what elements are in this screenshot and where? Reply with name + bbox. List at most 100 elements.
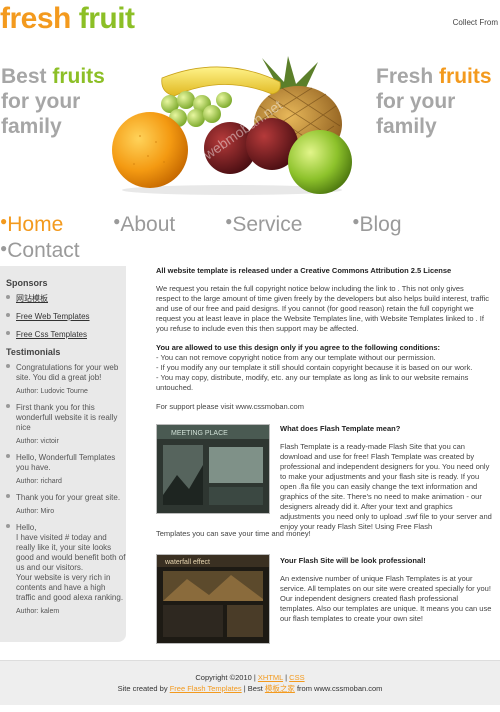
testimonials-list: Hello, I have visited # today and really… bbox=[0, 521, 126, 606]
nav-bullet-icon: ● bbox=[0, 214, 8, 229]
footer: Copyright ©2010 | XHTML | CSS Site creat… bbox=[0, 660, 500, 705]
slogan-left-line3: family bbox=[1, 115, 62, 138]
professional-text: An extensive number of unique Flash Temp… bbox=[280, 574, 492, 623]
bullet-icon bbox=[6, 331, 10, 335]
license-heading: All website template is released under a… bbox=[156, 266, 452, 275]
nav-label-service: Service bbox=[232, 213, 303, 236]
testimonial-author: Author: richard bbox=[16, 478, 62, 485]
sponsors-heading: Sponsors bbox=[6, 278, 48, 288]
waterfall-thumbnail[interactable]: waterfall effect bbox=[156, 554, 270, 644]
main-nav: ●Home ●About ●Service ●Blog ●Contact bbox=[0, 212, 500, 265]
flash-template-block: What does Flash Template mean? Flash Tem… bbox=[280, 424, 492, 532]
nav-item-contact[interactable]: ●Contact bbox=[0, 238, 102, 264]
nav-bullet-icon: ● bbox=[0, 240, 8, 255]
slogan-left-word1: Best bbox=[1, 65, 53, 88]
flash-template-heading: What does Flash Template mean? bbox=[280, 424, 401, 433]
testimonial-text: Hello, I have visited # today and really… bbox=[16, 523, 126, 602]
sidebar: Sponsors 网站模板 Free Web Templates Free Cs… bbox=[0, 266, 126, 642]
condition-item: - You may copy, distribute, modify, etc.… bbox=[156, 373, 469, 392]
conditions-paragraph: You are allowed to use this design only … bbox=[156, 343, 490, 393]
footer-copyright-line: Copyright ©2010 | XHTML | CSS bbox=[0, 672, 500, 683]
testimonial-text: Hello, Wonderfull Templates you have. bbox=[16, 453, 116, 472]
testimonial-item: Thank you for your great site. bbox=[6, 491, 126, 506]
site-logo[interactable]: fresh fruit bbox=[0, 2, 135, 36]
testimonial-author: Author: kalem bbox=[16, 608, 60, 615]
slogan-left-highlight: fruits bbox=[52, 65, 105, 88]
xhtml-link[interactable]: XHTML bbox=[258, 673, 283, 682]
bullet-icon bbox=[6, 454, 10, 458]
nav-label-blog: Blog bbox=[359, 213, 402, 236]
logo-word-fresh: fresh bbox=[0, 2, 71, 35]
footer-credit-line: Site created by Free Flash Templates | B… bbox=[0, 683, 500, 694]
nav-bullet-icon: ● bbox=[225, 214, 233, 229]
testimonials-list: First thank you for this wonderfull webs… bbox=[0, 401, 126, 436]
moban-link[interactable]: 模板之家 bbox=[265, 684, 295, 693]
sponsor-item: Free Css Templates bbox=[6, 328, 126, 343]
nav-label-contact: Contact bbox=[7, 239, 80, 263]
testimonial-item: Hello, I have visited # today and really… bbox=[6, 521, 126, 606]
nav-item-home[interactable]: ●Home bbox=[0, 212, 85, 238]
testimonials-list: Thank you for your great site. bbox=[0, 491, 126, 506]
flash-template-text: Flash Template is a ready-made Flash Sit… bbox=[280, 442, 492, 531]
nav-item-about[interactable]: ●About bbox=[113, 212, 197, 238]
testimonial-author: Author: Miro bbox=[16, 508, 55, 515]
bullet-icon bbox=[6, 404, 10, 408]
slogan-right-line2: for your bbox=[376, 90, 456, 113]
nav-label-about: About bbox=[120, 213, 176, 236]
sponsor-link[interactable]: Free Css Templates bbox=[16, 330, 87, 339]
best-text: | Best bbox=[241, 684, 265, 693]
nav-label-home: Home bbox=[7, 213, 64, 236]
flash-template-text-tail: Templates you can save your time and mon… bbox=[156, 529, 311, 538]
testimonial-text: Thank you for your great site. bbox=[16, 493, 121, 502]
logo-word-fruit: fruit bbox=[78, 2, 135, 35]
professional-block: Your Flash Site will be look professiona… bbox=[280, 556, 492, 624]
testimonial-item: Hello, Wonderfull Templates you have. bbox=[6, 451, 126, 476]
sponsors-list: 网站模板 Free Web Templates Free Css Templat… bbox=[0, 292, 126, 343]
from-text: from www.cssmoban.com bbox=[294, 684, 383, 693]
banana bbox=[161, 66, 281, 97]
testimonials-list: Congratulations for your web site. You d… bbox=[0, 361, 126, 386]
free-flash-templates-link[interactable]: Free Flash Templates bbox=[170, 684, 242, 693]
testimonial-item: First thank you for this wonderfull webs… bbox=[6, 401, 126, 436]
bullet-icon bbox=[6, 295, 10, 299]
condition-item: - You can not remove copyright notice fr… bbox=[156, 353, 436, 362]
main-content: All website template is released under a… bbox=[156, 266, 490, 421]
testimonial-item: Congratulations for your web site. You d… bbox=[6, 361, 126, 386]
sponsor-link[interactable]: 网站模板 bbox=[16, 294, 48, 303]
testimonial-author: Author: Ludovic Tourne bbox=[16, 388, 88, 395]
nav-item-service[interactable]: ●Service bbox=[225, 212, 324, 238]
bullet-icon bbox=[6, 494, 10, 498]
collect-from-link[interactable]: Collect From bbox=[453, 18, 498, 27]
testimonial-text: Congratulations for your web site. You d… bbox=[16, 363, 119, 382]
slogan-left-line2: for your bbox=[1, 90, 81, 113]
thumbnail-caption: MEETING PLACE bbox=[171, 430, 228, 437]
testimonials-heading: Testimonials bbox=[6, 347, 61, 357]
license-paragraph: We request you retain the full copyright… bbox=[156, 284, 489, 333]
css-link[interactable]: CSS bbox=[289, 673, 304, 682]
bullet-icon bbox=[6, 524, 10, 528]
nav-bullet-icon: ● bbox=[113, 214, 121, 229]
sponsor-item: 网站模板 bbox=[6, 292, 126, 307]
nav-bullet-icon: ● bbox=[352, 214, 360, 229]
slogan-right: Fresh fruits for your family bbox=[376, 64, 492, 139]
condition-item: - If you modify any our template it stil… bbox=[156, 363, 473, 372]
bullet-icon bbox=[6, 313, 10, 317]
created-by-text: Site created by bbox=[117, 684, 170, 693]
slogan-right-highlight: fruits bbox=[439, 65, 492, 88]
testimonials-list: Hello, Wonderfull Templates you have. bbox=[0, 451, 126, 476]
slogan-left: Best fruits for your family bbox=[1, 64, 105, 139]
conditions-heading: You are allowed to use this design only … bbox=[156, 343, 441, 352]
slogan-right-word1: Fresh bbox=[376, 65, 440, 88]
professional-heading: Your Flash Site will be look professiona… bbox=[280, 556, 426, 565]
thumbnail-caption: waterfall effect bbox=[164, 559, 210, 566]
testimonial-text: First thank you for this wonderfull webs… bbox=[16, 403, 118, 432]
support-text: For support please visit www.cssmoban.co… bbox=[156, 402, 304, 411]
bullet-icon bbox=[6, 364, 10, 368]
sponsor-item: Free Web Templates bbox=[6, 310, 126, 325]
nav-item-blog[interactable]: ●Blog bbox=[352, 212, 423, 238]
sponsor-link[interactable]: Free Web Templates bbox=[16, 312, 90, 321]
hero-fruit-image: webmoban.net bbox=[112, 56, 352, 195]
flash-template-thumbnail[interactable]: MEETING PLACE bbox=[156, 424, 270, 514]
testimonial-author: Author: victoir bbox=[16, 438, 59, 445]
orange bbox=[112, 112, 188, 188]
